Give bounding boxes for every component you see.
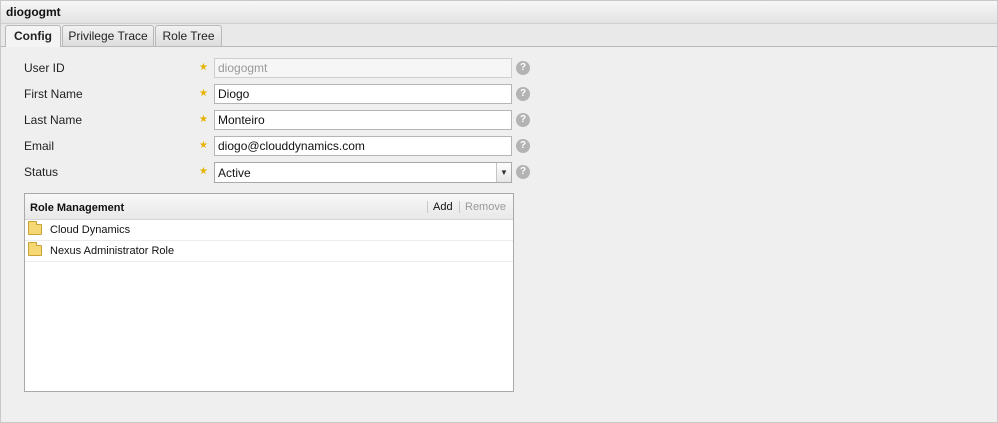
user-editor-window: diogogmt Config Privilege Trace Role Tre…	[0, 0, 998, 423]
chevron-down-icon[interactable]: ▼	[496, 163, 511, 182]
required-icon: ★	[199, 62, 208, 73]
help-icon[interactable]: ?	[516, 87, 530, 101]
tab-role-tree[interactable]: Role Tree	[155, 25, 222, 46]
status-label: Status	[24, 165, 59, 179]
role-management-title: Role Management	[30, 202, 125, 214]
first-name-label: First Name	[24, 87, 83, 101]
role-list-item[interactable]: Cloud Dynamics	[25, 220, 513, 241]
first-name-field[interactable]	[214, 84, 512, 104]
role-list-item[interactable]: Nexus Administrator Role	[25, 241, 513, 262]
user-id-field[interactable]	[214, 58, 512, 78]
role-management-panel: Role Management Add Remove Cloud Dynamic…	[24, 193, 514, 392]
required-icon: ★	[199, 140, 208, 151]
status-selected-value: Active	[218, 166, 251, 180]
help-icon[interactable]: ?	[516, 113, 530, 127]
folder-icon	[28, 242, 42, 256]
required-icon: ★	[199, 114, 208, 125]
last-name-label: Last Name	[24, 113, 83, 127]
help-icon[interactable]: ?	[516, 61, 530, 75]
role-label: Cloud Dynamics	[50, 224, 131, 236]
email-field[interactable]	[214, 136, 512, 156]
status-select[interactable]: Active ▼	[214, 162, 512, 183]
last-name-field[interactable]	[214, 110, 512, 130]
email-label: Email	[24, 139, 55, 153]
role-label: Nexus Administrator Role	[50, 245, 175, 257]
config-panel: User ID ★ ? First Name ★ ? Last Name ★ ?…	[4, 47, 996, 421]
tab-strip: Config Privilege Trace Role Tree	[1, 24, 997, 47]
required-icon: ★	[199, 166, 208, 177]
folder-icon	[28, 221, 42, 235]
remove-role-button[interactable]: Remove	[459, 201, 506, 213]
help-icon[interactable]: ?	[516, 139, 530, 153]
tab-config[interactable]: Config	[5, 25, 61, 47]
required-icon: ★	[199, 88, 208, 99]
user-id-label: User ID	[24, 61, 65, 75]
window-title: diogogmt	[6, 5, 61, 19]
add-role-button[interactable]: Add	[427, 201, 453, 213]
tab-privilege-trace[interactable]: Privilege Trace	[62, 25, 154, 46]
help-icon[interactable]: ?	[516, 165, 530, 179]
window-titlebar: diogogmt	[1, 1, 997, 24]
role-management-header: Role Management Add Remove	[25, 194, 513, 220]
